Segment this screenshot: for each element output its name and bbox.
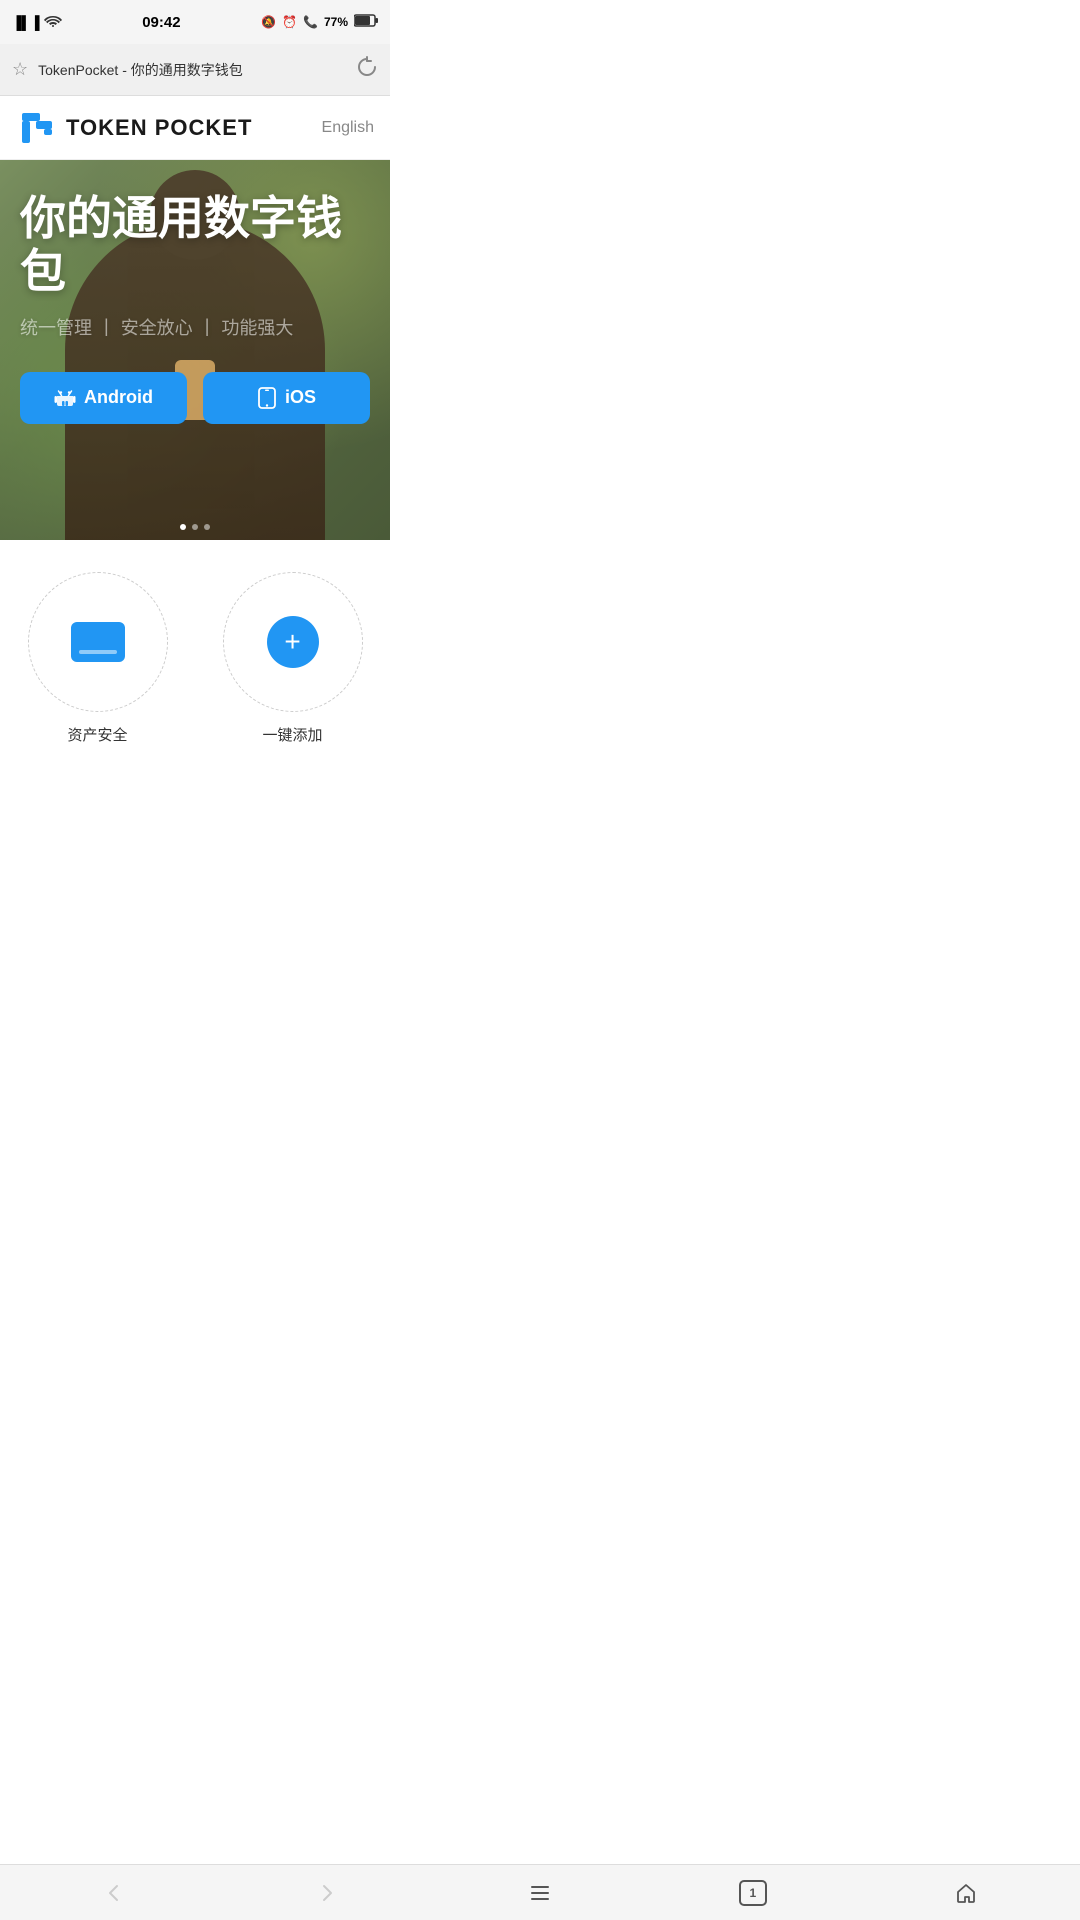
status-bar: ▐▌▐ 09:42 🔕 ⏰ 📞 77% bbox=[0, 0, 390, 44]
ios-btn-label: iOS bbox=[285, 387, 316, 408]
bookmark-icon[interactable]: ☆ bbox=[12, 59, 28, 80]
feature-item-security: 资产安全 bbox=[18, 572, 178, 745]
url-text: TokenPocket - 你的通用数字钱包 bbox=[38, 60, 346, 80]
carousel-dots bbox=[180, 524, 210, 530]
status-signal: ▐▌▐ bbox=[12, 14, 62, 31]
status-right-icons: 🔕 ⏰ 📞 77% bbox=[261, 14, 378, 30]
divider1: | bbox=[104, 316, 109, 337]
address-bar[interactable]: ☆ TokenPocket - 你的通用数字钱包 bbox=[0, 44, 390, 96]
logo-icon bbox=[16, 107, 58, 149]
clock-icon: ⏰ bbox=[282, 15, 297, 29]
menu-button[interactable] bbox=[518, 1871, 562, 1915]
plus-icon: + bbox=[267, 616, 319, 668]
feature-label-security: 资产安全 bbox=[67, 724, 127, 745]
dot-3 bbox=[204, 524, 210, 530]
battery-percent: 77% bbox=[324, 15, 348, 29]
subtitle-part1: 统一管理 bbox=[20, 314, 92, 340]
hero-buttons: Android iOS bbox=[20, 372, 370, 424]
status-time: 09:42 bbox=[142, 14, 180, 31]
signal-4g: ▐▌▐ bbox=[12, 15, 40, 30]
card-icon bbox=[71, 622, 125, 662]
features-section: 资产安全 + 一键添加 bbox=[0, 540, 390, 765]
feature-circle-add: + bbox=[223, 572, 363, 712]
alarm-icon: 🔕 bbox=[261, 15, 276, 29]
navbar: TOKEN POCKET English bbox=[0, 96, 390, 160]
hero-title: 你的通用数字钱包 bbox=[20, 192, 370, 298]
android-btn-label: Android bbox=[84, 387, 153, 408]
subtitle-part3: 功能强大 bbox=[221, 314, 293, 340]
forward-button[interactable] bbox=[305, 1871, 349, 1915]
battery-icon bbox=[354, 14, 378, 30]
dot-1 bbox=[180, 524, 186, 530]
android-download-button[interactable]: Android bbox=[20, 372, 187, 424]
tabs-button[interactable]: 1 bbox=[731, 1871, 775, 1915]
language-switch[interactable]: English bbox=[322, 119, 374, 137]
hero-content: 你的通用数字钱包 统一管理 | 安全放心 | 功能强大 bbox=[0, 160, 390, 540]
home-button[interactable] bbox=[944, 1871, 988, 1915]
back-button[interactable] bbox=[92, 1871, 136, 1915]
logo-container: TOKEN POCKET bbox=[16, 107, 252, 149]
phone-icon: 📞 bbox=[303, 15, 318, 29]
ios-download-button[interactable]: iOS bbox=[203, 372, 370, 424]
tab-count: 1 bbox=[739, 1880, 767, 1906]
hero-subtitle: 统一管理 | 安全放心 | 功能强大 bbox=[20, 314, 370, 340]
signal-wifi bbox=[44, 14, 62, 31]
feature-circle-security bbox=[28, 572, 168, 712]
hero-section: 你的通用数字钱包 统一管理 | 安全放心 | 功能强大 bbox=[0, 160, 390, 540]
dot-2 bbox=[192, 524, 198, 530]
logo-text: TOKEN POCKET bbox=[66, 115, 252, 141]
feature-item-add: + 一键添加 bbox=[213, 572, 373, 745]
subtitle-part2: 安全放心 bbox=[121, 314, 193, 340]
browser-navigation-bar: 1 bbox=[0, 1864, 1080, 1920]
feature-label-add: 一键添加 bbox=[262, 724, 322, 745]
reload-icon[interactable] bbox=[356, 56, 378, 83]
divider2: | bbox=[205, 316, 210, 337]
